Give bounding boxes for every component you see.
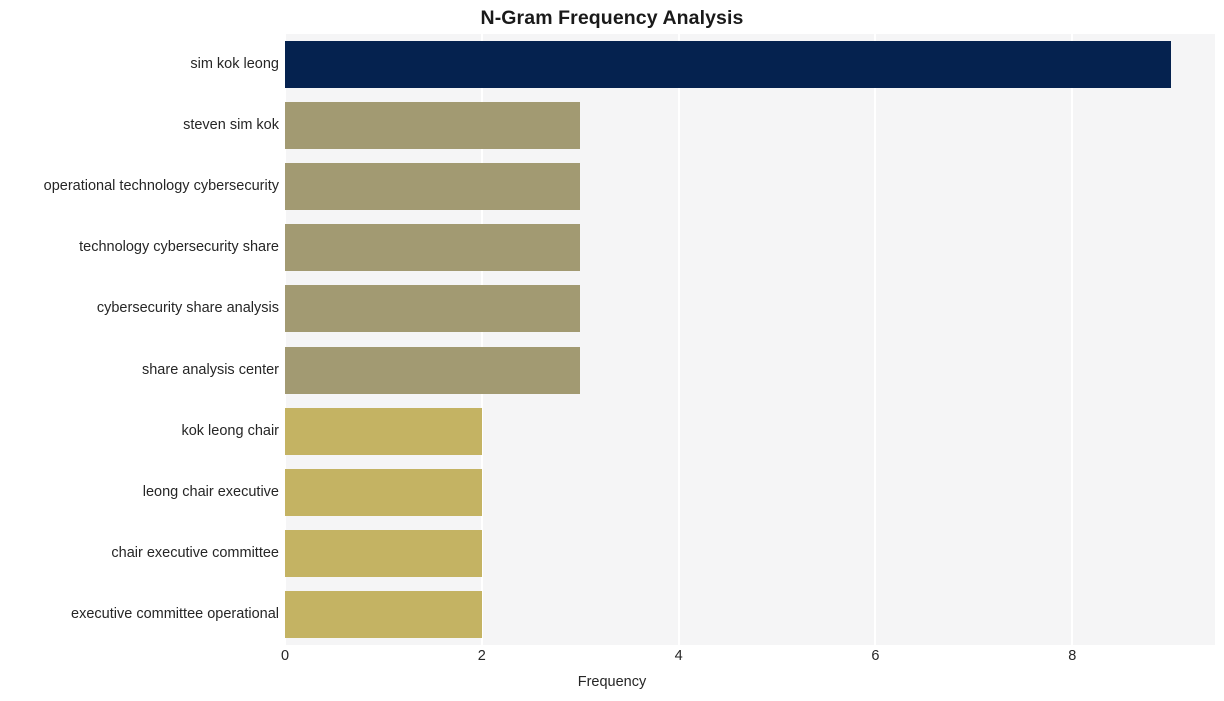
bar[interactable]	[285, 407, 482, 455]
x-axis-tick-labels: 0 2 4 6 8	[281, 645, 1215, 671]
x-axis-tick-label: 0	[280, 648, 290, 664]
chart-figure: N-Gram Frequency Analysis sim kok leong s…	[0, 0, 1224, 701]
bar[interactable]	[285, 468, 482, 516]
y-axis-tick-label: sim kok leong	[190, 56, 279, 73]
bar[interactable]	[285, 590, 482, 638]
bar[interactable]	[285, 529, 482, 577]
y-axis-tick-label: share analysis center	[141, 361, 279, 378]
y-axis-tick-label: technology cybersecurity share	[79, 239, 279, 256]
bar[interactable]	[285, 224, 581, 272]
y-axis-tick-label: operational technology cybersecurity	[43, 178, 279, 195]
y-axis-tick-label: cybersecurity share analysis	[96, 300, 279, 317]
bar[interactable]	[285, 41, 1171, 89]
x-axis-tick-label: 4	[674, 648, 683, 664]
y-axis-tick-label: executive committee operational	[71, 605, 279, 622]
bar[interactable]	[285, 163, 581, 211]
x-axis-tick-label: 8	[1068, 648, 1077, 664]
bar[interactable]	[285, 285, 581, 333]
plot-area	[284, 34, 1215, 645]
bar[interactable]	[285, 346, 581, 394]
x-axis-title: Frequency	[577, 674, 647, 690]
bars-layer	[285, 34, 1215, 645]
y-axis-tick-label: steven sim kok	[183, 117, 279, 134]
bar[interactable]	[285, 102, 581, 150]
y-axis-tick-label: leong chair executive	[142, 483, 279, 500]
chart-title: N-Gram Frequency Analysis	[480, 7, 744, 29]
y-axis-tick-label: chair executive committee	[111, 544, 279, 561]
y-axis-tick-labels: sim kok leong steven sim kok operational t…	[0, 34, 279, 645]
x-axis-tick-label: 6	[871, 648, 880, 664]
x-axis-tick-label: 2	[477, 648, 486, 664]
y-axis-tick-label: kok leong chair	[181, 422, 279, 439]
